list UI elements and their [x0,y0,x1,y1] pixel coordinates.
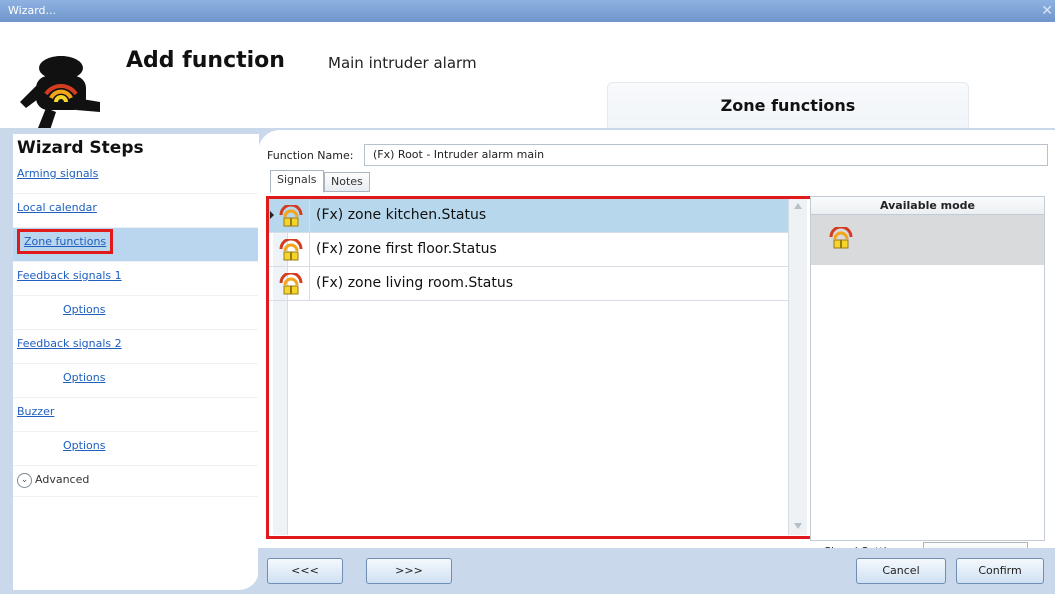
step-link[interactable]: Options [63,303,105,316]
advanced-label: Advanced [35,473,90,486]
row-separator [309,233,310,266]
signal-row[interactable]: (Fx) zone first floor.Status [269,233,788,267]
step-zone-functions[interactable]: Zone functions [13,228,275,262]
step-link[interactable]: Feedback signals 1 [17,269,122,282]
current-row-indicator-icon [270,211,274,219]
scroll-down-icon[interactable] [794,523,802,529]
current-step-tab: Zone functions [607,82,969,133]
page-title: Add function [126,48,285,73]
step-feedback-signals-2[interactable]: Feedback signals 2 [13,330,275,364]
wizard-footer: <<< >>> Cancel Confirm [258,548,1055,594]
step-link[interactable]: Arming signals [17,167,98,180]
main-panel: Function Name: (Fx) Root - Intruder alar… [258,130,1055,594]
signals-list-highlight: (Fx) zone kitchen.Status (Fx) zone first… [266,196,813,539]
step-feedback-signals-1[interactable]: Feedback signals 1 [13,262,275,296]
signal-row[interactable]: (Fx) zone kitchen.Status [269,199,788,233]
step-link[interactable]: Buzzer [17,405,54,418]
tab-notes[interactable]: Notes [324,172,370,192]
advanced-toggle[interactable]: ⌄ Advanced [13,466,275,497]
wizard-header: Add function Main intruder alarm Zone fu… [0,22,1055,133]
step-buzzer-options[interactable]: Options [13,432,275,466]
step-link[interactable]: Local calendar [17,201,97,214]
close-icon[interactable]: ✕ [1041,0,1053,22]
function-name-input[interactable]: (Fx) Root - Intruder alarm main [364,144,1048,166]
wizard-window: Wizard... ✕ Add function Main intruder a… [0,0,1055,594]
step-link[interactable]: Feedback signals 2 [17,337,122,350]
intruder-alarm-icon [279,205,303,227]
intruder-alarm-icon [279,273,303,295]
step-local-calendar[interactable]: Local calendar [13,194,275,228]
signal-row[interactable]: (Fx) zone living room.Status [269,267,788,301]
sidebar-title: Wizard Steps [17,138,144,158]
intruder-alarm-icon [279,239,303,261]
step-link[interactable]: Zone functions [17,229,114,254]
vertical-scrollbar[interactable] [788,199,807,535]
step-buzzer[interactable]: Buzzer [13,398,275,432]
step-arming-signals[interactable]: Arming signals [13,160,275,194]
next-button[interactable]: >>> [366,558,452,584]
step-feedback-2-options[interactable]: Options [13,364,275,398]
step-link[interactable]: Options [63,371,105,384]
step-feedback-1-options[interactable]: Options [13,296,275,330]
title-bar: Wizard... ✕ [0,0,1055,22]
step-link[interactable]: Options [63,439,105,452]
row-separator [309,199,310,232]
cancel-button[interactable]: Cancel [856,558,946,584]
mode-item[interactable] [811,215,1044,265]
signal-label: (Fx) zone first floor.Status [316,241,497,257]
intruder-alarm-icon [829,227,853,249]
current-step-label: Zone functions [720,96,856,115]
steps-list: Arming signals Local calendar Zone funct… [13,160,275,497]
chevron-down-icon[interactable]: ⌄ [17,473,32,488]
signal-label: (Fx) zone living room.Status [316,275,514,291]
tab-signals[interactable]: Signals [270,170,324,193]
page-subtitle: Main intruder alarm [328,54,477,72]
confirm-button[interactable]: Confirm [956,558,1044,584]
wizard-steps-sidebar: Wizard Steps Arming signals Local calend… [13,134,275,590]
window-title: Wizard... [8,4,57,17]
previous-button[interactable]: <<< [267,558,343,584]
available-mode-panel: Available mode [810,196,1045,541]
scroll-up-icon[interactable] [794,203,802,209]
function-name-label: Function Name: [267,149,354,162]
row-separator [309,267,310,300]
available-mode-header: Available mode [811,197,1044,215]
intruder-alarm-logo-icon [20,56,100,130]
signal-label: (Fx) zone kitchen.Status [316,207,487,223]
signals-list: (Fx) zone kitchen.Status (Fx) zone first… [269,199,809,535]
